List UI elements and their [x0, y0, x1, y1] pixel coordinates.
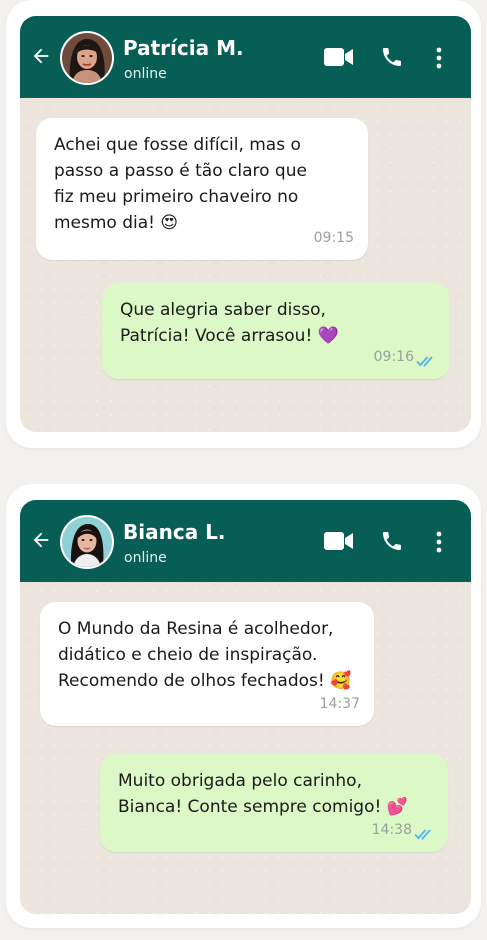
- chat-window: Bianca L. online O Mundo da Resina é aco…: [20, 500, 471, 914]
- phone-icon[interactable]: [380, 529, 404, 553]
- message-time: 09:15: [313, 230, 354, 246]
- chat-header: Patrícia M. online: [20, 16, 471, 98]
- arrow-left-icon[interactable]: [30, 529, 52, 551]
- video-call-icon[interactable]: [324, 531, 354, 551]
- avatar[interactable]: [62, 33, 112, 83]
- double-check-icon: [416, 356, 433, 367]
- phone-icon[interactable]: [380, 45, 404, 69]
- message-time: 14:38: [371, 822, 412, 838]
- chat-header: Bianca L. online: [20, 500, 471, 582]
- message-time: 14:37: [319, 696, 360, 712]
- message-text: O Mundo da Resina é acolhedor, didático …: [58, 619, 352, 691]
- video-call-icon[interactable]: [324, 47, 354, 67]
- outgoing-message: Muito obrigada pelo carinho, Bianca! Con…: [100, 754, 448, 852]
- testimonial-card-1: Patrícia M. online Achei que fosse difíc…: [6, 0, 481, 448]
- message-text: Achei que fosse difícil, mas o passo a p…: [54, 135, 307, 233]
- avatar[interactable]: [62, 517, 112, 567]
- more-vertical-icon[interactable]: [435, 46, 443, 70]
- contact-name[interactable]: Patrícia M.: [123, 36, 244, 60]
- incoming-message: Achei que fosse difícil, mas o passo a p…: [36, 118, 368, 260]
- chat-window: Patrícia M. online Achei que fosse difíc…: [20, 16, 471, 432]
- incoming-message: O Mundo da Resina é acolhedor, didático …: [40, 602, 374, 726]
- arrow-left-icon[interactable]: [30, 45, 52, 67]
- testimonial-card-2: Bianca L. online O Mundo da Resina é aco…: [6, 484, 481, 928]
- message-time: 09:16: [373, 349, 414, 365]
- double-check-icon: [414, 829, 431, 840]
- outgoing-message: Que alegria saber disso, Patrícia! Você …: [102, 283, 450, 379]
- contact-status: online: [124, 66, 167, 82]
- message-text: Muito obrigada pelo carinho, Bianca! Con…: [118, 771, 408, 817]
- more-vertical-icon[interactable]: [435, 530, 443, 554]
- contact-status: online: [124, 550, 167, 566]
- contact-name[interactable]: Bianca L.: [123, 520, 226, 544]
- message-text: Que alegria saber disso, Patrícia! Você …: [120, 300, 339, 346]
